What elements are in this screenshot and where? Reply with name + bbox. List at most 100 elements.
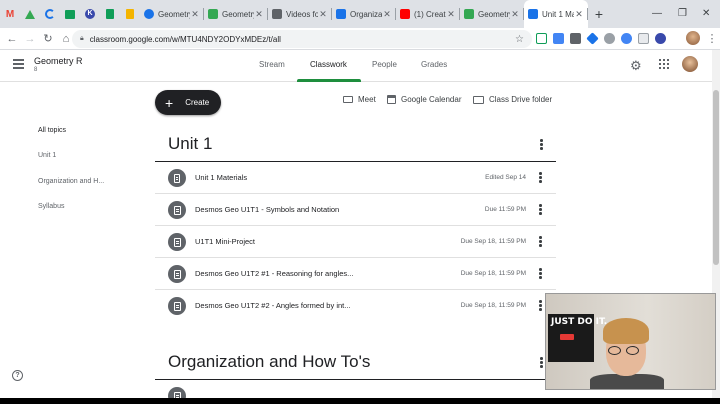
item-more-icon[interactable] <box>539 204 543 216</box>
hamburger-menu-icon[interactable] <box>13 59 24 69</box>
maximize-icon[interactable]: ❐ <box>678 8 687 19</box>
loading-icon <box>45 9 55 19</box>
tab-classwork[interactable]: Classwork <box>310 60 347 69</box>
pinned-tab-drive[interactable] <box>20 0 40 28</box>
drive-label: Class Drive folder <box>489 95 553 104</box>
meet-button[interactable]: Meet <box>343 95 376 104</box>
new-tab-button[interactable]: + <box>588 0 610 28</box>
browser-tab[interactable]: Geometry ✕ <box>204 0 268 28</box>
item-more-icon[interactable] <box>539 172 543 184</box>
calendar-label: Google Calendar <box>401 95 462 104</box>
material-icon <box>168 169 186 187</box>
menu-dots-icon[interactable]: ⋮ <box>703 32 720 45</box>
reload-icon[interactable]: ↻ <box>39 32 57 45</box>
close-icon[interactable]: ✕ <box>318 9 328 20</box>
topic-organization[interactable]: Organization and H... <box>38 178 104 185</box>
topic-all[interactable]: All topics <box>38 127 66 134</box>
browser-tab[interactable]: (1) Creatin✕ <box>396 0 460 28</box>
close-icon[interactable]: ✕ <box>446 9 456 20</box>
close-icon[interactable]: ✕ <box>382 9 392 20</box>
apps-grid-icon[interactable] <box>659 59 669 69</box>
browser-tab-strip: M K Geometry✕ Geometry✕ Videos for✕ Orga… <box>0 0 720 28</box>
drive-tab-icon <box>208 9 218 19</box>
browser-tab[interactable]: Geometry ✕ <box>460 0 524 28</box>
tab-title: Geometry <box>158 9 190 19</box>
pinned-tab-gmail[interactable]: M <box>0 0 20 28</box>
docs-tab-icon <box>336 9 346 19</box>
pinned-tab-loading[interactable] <box>40 0 60 28</box>
window-close-icon[interactable]: ✕ <box>702 8 710 19</box>
class-name[interactable]: Geometry R <box>34 56 83 66</box>
k-icon: K <box>85 9 95 19</box>
classwork-item[interactable]: Desmos Geo U1T1 - Symbols and Notation D… <box>155 194 556 226</box>
google-calendar-button[interactable]: Google Calendar <box>387 95 461 104</box>
bottom-bar <box>0 398 720 404</box>
glasses <box>608 342 644 355</box>
browser-tab[interactable]: Videos for✕ <box>268 0 332 28</box>
classwork-item[interactable]: Desmos Geo U1T2 #1 - Reasoning for angle… <box>155 258 556 290</box>
classwork-item[interactable]: Unit 1 Materials Edited Sep 14 <box>155 162 556 194</box>
classroom-header: Geometry R 8 Stream Classwork People Gra… <box>0 50 712 82</box>
browser-tab[interactable]: Organizatio✕ <box>332 0 396 28</box>
class-section: 8 <box>34 67 38 73</box>
extension-icon[interactable] <box>638 33 649 44</box>
close-icon[interactable]: ✕ <box>510 9 520 20</box>
poster-logo <box>560 334 574 340</box>
extension-icon[interactable] <box>604 33 615 44</box>
close-icon[interactable]: ✕ <box>190 9 200 20</box>
bookmark-star-icon[interactable]: ☆ <box>515 34 524 45</box>
class-drive-folder-button[interactable]: Class Drive folder <box>473 95 552 104</box>
tab-grades[interactable]: Grades <box>421 60 447 69</box>
tab-stream[interactable]: Stream <box>259 60 285 69</box>
extension-icon[interactable] <box>655 33 666 44</box>
scrollbar-thumb[interactable] <box>713 90 719 265</box>
classwork-item[interactable]: Desmos Geo U1T2 #2 - Angles formed by in… <box>155 290 556 322</box>
extension-icon[interactable] <box>621 33 632 44</box>
extension-icon[interactable] <box>536 33 547 44</box>
youtube-tab-icon <box>400 9 410 19</box>
browser-tab[interactable]: Geometry ✕ <box>140 0 204 28</box>
tab-people[interactable]: People <box>372 60 397 69</box>
item-more-icon[interactable] <box>539 268 543 280</box>
slides-icon <box>126 9 134 19</box>
screen: M K Geometry✕ Geometry✕ Videos for✕ Orga… <box>0 0 720 398</box>
item-title: Desmos Geo U1T2 #1 - Reasoning for angle… <box>195 269 354 278</box>
browser-toolbar: ← → ↻ ⌂ 🔒︎ classroom.google.com/w/MTU4ND… <box>0 28 720 50</box>
section-more-icon[interactable] <box>540 139 544 151</box>
pinned-tab-sheets[interactable] <box>100 0 120 28</box>
back-icon[interactable]: ← <box>3 33 21 45</box>
pinned-tab-classroom[interactable] <box>60 0 80 28</box>
account-avatar[interactable] <box>682 56 698 72</box>
minimize-icon[interactable]: — <box>652 8 662 19</box>
webcam-overlay: JUST DO IT. <box>545 293 716 390</box>
help-icon[interactable]: ? <box>12 370 23 381</box>
forward-icon[interactable]: → <box>21 33 39 45</box>
tab-title: Geometry <box>478 9 510 19</box>
drive-icon <box>25 9 35 19</box>
extension-icon[interactable] <box>586 32 599 45</box>
tab-title: Geometry <box>222 9 254 19</box>
gear-icon[interactable]: ⚙ <box>630 58 642 74</box>
section-more-icon[interactable] <box>540 357 544 369</box>
pinned-tab-slides[interactable] <box>120 0 140 28</box>
classroom-icon <box>65 9 75 19</box>
create-button[interactable]: + Create <box>155 90 221 115</box>
close-icon[interactable]: ✕ <box>574 9 584 20</box>
poster-text: JUST DO IT. <box>551 317 608 327</box>
extension-icon[interactable] <box>570 33 581 44</box>
item-more-icon[interactable] <box>539 236 543 248</box>
item-more-icon[interactable] <box>539 300 543 312</box>
classwork-item[interactable] <box>155 380 556 398</box>
address-bar[interactable]: 🔒︎ classroom.google.com/w/MTU4NDY2ODYxMD… <box>72 30 532 48</box>
topic-syllabus[interactable]: Syllabus <box>38 203 64 210</box>
extension-icon[interactable] <box>553 33 564 44</box>
profile-avatar[interactable] <box>686 31 700 45</box>
item-title: Desmos Geo U1T2 #2 - Angles formed by in… <box>195 301 351 310</box>
browser-tab-active[interactable]: Unit 1 Mat✕ <box>524 0 588 28</box>
close-icon[interactable]: ✕ <box>254 9 264 20</box>
topic-unit-1[interactable]: Unit 1 <box>38 152 56 159</box>
pinned-tab-k[interactable]: K <box>80 0 100 28</box>
classwork-item[interactable]: U1T1 Mini-Project Due Sep 18, 11:59 PM <box>155 226 556 258</box>
item-due: Due 11:59 PM <box>484 206 526 213</box>
sheets-icon <box>106 9 114 19</box>
